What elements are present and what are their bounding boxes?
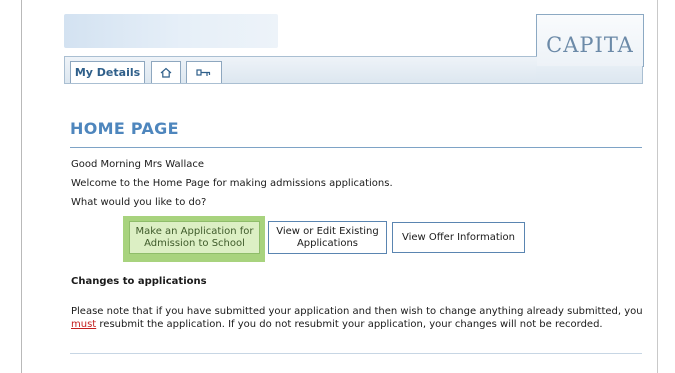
greeting-text: Good Morning Mrs Wallace: [71, 159, 205, 170]
tab-key[interactable]: [186, 61, 222, 83]
welcome-text: Welcome to the Home Page for making admi…: [71, 178, 393, 189]
tab-home[interactable]: [151, 61, 181, 83]
brand-logo-box: CAPITA: [536, 14, 644, 67]
page-frame-right: [657, 0, 658, 373]
must-link[interactable]: must: [71, 319, 96, 330]
bottom-divider: [70, 353, 642, 354]
view-edit-applications-button[interactable]: View or Edit Existing Applications: [268, 221, 387, 254]
key-icon: [196, 68, 211, 76]
changes-heading: Changes to applications: [71, 276, 207, 287]
changes-note-text-before: Please note that if you have submitted y…: [71, 306, 643, 317]
brand-logo: CAPITA: [546, 33, 634, 57]
changes-note-text-after: resubmit the application. If you do not …: [96, 318, 603, 330]
question-text: What would you like to do?: [71, 197, 207, 208]
nav-bar-tail: [536, 66, 643, 84]
tab-my-details-label: My Details: [74, 66, 141, 79]
tab-my-details[interactable]: My Details: [70, 61, 145, 83]
title-divider: [70, 147, 642, 148]
make-application-button[interactable]: Make an Application for Admission to Sch…: [129, 221, 260, 254]
page-frame-left: [21, 0, 22, 373]
view-offer-information-button[interactable]: View Offer Information: [392, 222, 525, 253]
site-logo: [64, 14, 278, 48]
page-title: HOME PAGE: [70, 119, 179, 138]
home-icon: [160, 67, 172, 78]
changes-note: Please note that if you have submitted y…: [71, 306, 643, 332]
